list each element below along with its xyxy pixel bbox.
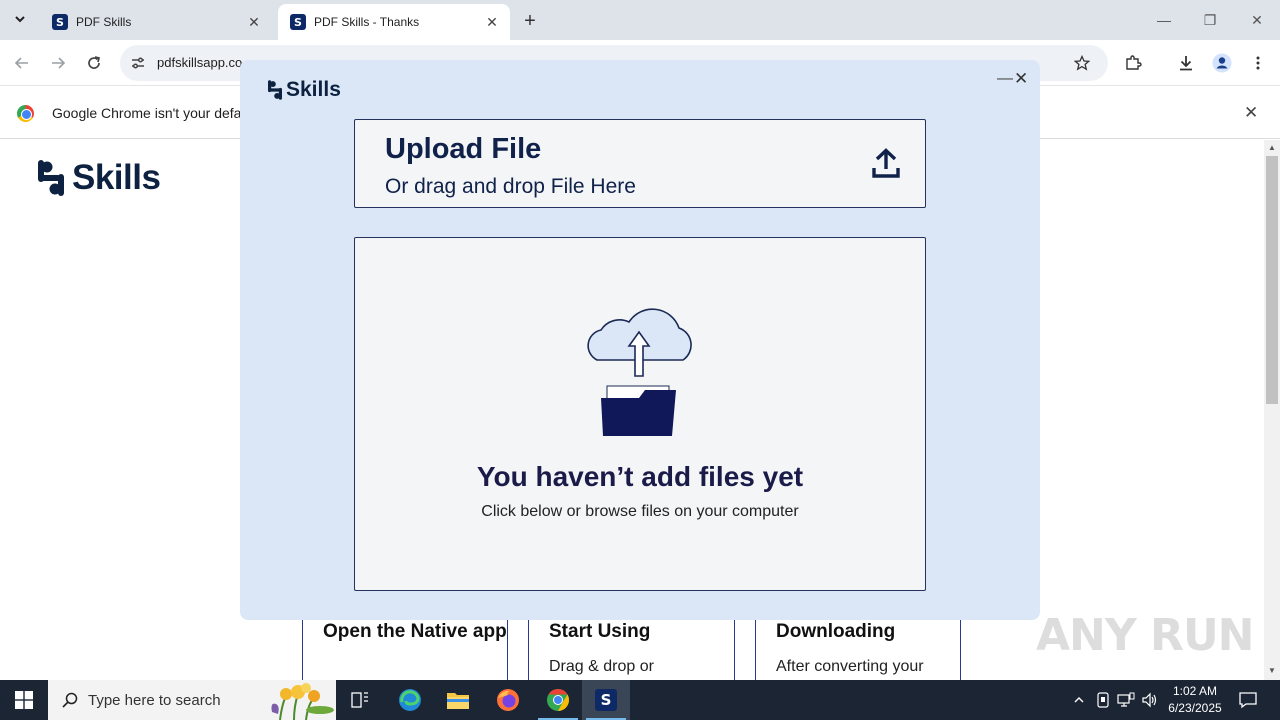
show-hidden-icons-button[interactable] bbox=[1070, 691, 1088, 709]
tray-device-icon[interactable] bbox=[1094, 691, 1112, 709]
clock-time: 1:02 AM bbox=[1172, 684, 1218, 698]
clock-date: 6/23/2025 bbox=[1168, 701, 1222, 715]
brand-name: Skills bbox=[72, 158, 161, 197]
scroll-thumb[interactable] bbox=[1266, 156, 1278, 404]
taskbar-file-explorer-button[interactable] bbox=[434, 680, 482, 720]
back-button[interactable] bbox=[10, 51, 34, 75]
step-card-start-using: Start Using Drag & drop or bbox=[528, 620, 735, 680]
card-body: Drag & drop or bbox=[549, 658, 654, 675]
puzzle-icon bbox=[1126, 55, 1142, 70]
infobar-message: Google Chrome isn't your default bbox=[52, 105, 257, 121]
skills-logo-icon bbox=[38, 160, 64, 196]
empty-state-title: You haven’t add files yet bbox=[476, 461, 804, 492]
card-body: After converting your bbox=[776, 658, 924, 675]
card-title: Open the Native app bbox=[323, 621, 507, 642]
taskbar-pdf-skills-button[interactable]: S bbox=[582, 680, 630, 720]
edge-icon bbox=[399, 689, 421, 711]
extensions-button[interactable] bbox=[1121, 51, 1145, 75]
url-text: pdfskillsapp.co bbox=[157, 55, 243, 70]
skills-favicon-icon: S bbox=[290, 14, 306, 30]
taskbar-clock[interactable]: 1:02 AM 6/23/2025 bbox=[1160, 683, 1230, 717]
bookmark-star-button[interactable] bbox=[1070, 51, 1094, 75]
tab-pdf-skills-thanks[interactable]: S PDF Skills - Thanks ✕ bbox=[278, 4, 510, 40]
profile-button[interactable] bbox=[1210, 51, 1234, 75]
empty-state-subtitle: Click below or browse files on your comp… bbox=[481, 503, 799, 520]
chrome-menu-button[interactable] bbox=[1246, 51, 1270, 75]
skills-logo-icon bbox=[268, 80, 282, 100]
search-placeholder: Type here to search bbox=[88, 692, 221, 709]
scroll-up-arrow-icon[interactable]: ▲ bbox=[1267, 143, 1277, 153]
avatar-icon bbox=[1212, 53, 1232, 73]
arrow-right-icon bbox=[52, 57, 66, 69]
tab-strip: S PDF Skills ✕ S PDF Skills - Thanks ✕ +… bbox=[0, 0, 1280, 40]
forward-button[interactable] bbox=[46, 51, 70, 75]
upload-subtitle: Or drag and drop File Here bbox=[385, 175, 636, 198]
chrome-logo-icon bbox=[17, 105, 34, 122]
modal-brand-name: Skills bbox=[286, 78, 341, 101]
windows-taskbar: Type here to search S 1:02 AM 6/23/2025 bbox=[0, 680, 1280, 720]
chevron-down-icon bbox=[15, 16, 25, 23]
site-info-icon[interactable] bbox=[128, 53, 148, 73]
firefox-icon bbox=[497, 689, 519, 711]
close-icon[interactable]: ✕ bbox=[484, 14, 500, 30]
search-icon bbox=[62, 692, 78, 708]
infobar-close-button[interactable]: ✕ bbox=[1244, 103, 1258, 123]
more-vertical-icon bbox=[1256, 56, 1260, 70]
download-icon bbox=[1180, 56, 1192, 71]
upload-title: Upload File bbox=[385, 133, 542, 165]
upload-file-button[interactable]: Upload File Or drag and drop File Here bbox=[354, 119, 926, 208]
modal-close-button[interactable]: ✕ bbox=[1014, 69, 1028, 89]
modal-logo: Skills bbox=[268, 78, 341, 102]
windows-logo-icon bbox=[15, 691, 33, 709]
task-view-button[interactable] bbox=[336, 680, 384, 720]
start-button[interactable] bbox=[0, 680, 48, 720]
notification-icon bbox=[1239, 692, 1257, 709]
modal-minimize-button[interactable]: — bbox=[997, 70, 1013, 88]
file-drop-zone[interactable]: You haven’t add files yet Click below or… bbox=[354, 237, 926, 591]
tab-title: PDF Skills - Thanks bbox=[314, 15, 420, 29]
site-logo[interactable]: Skills bbox=[38, 158, 161, 198]
skills-favicon-icon: S bbox=[52, 14, 68, 30]
tab-search-button[interactable] bbox=[8, 7, 32, 31]
chrome-icon bbox=[547, 689, 569, 711]
tab-title: PDF Skills bbox=[76, 15, 132, 29]
close-icon[interactable]: ✕ bbox=[246, 14, 262, 30]
upload-modal: Skills — ✕ Upload File Or drag and drop … bbox=[240, 60, 1040, 620]
cloud-upload-folder-icon bbox=[587, 308, 692, 436]
volume-icon[interactable] bbox=[1141, 691, 1159, 709]
minimize-window-button[interactable]: — bbox=[1152, 8, 1176, 32]
taskbar-edge-button[interactable] bbox=[386, 680, 434, 720]
network-icon[interactable] bbox=[1117, 691, 1135, 709]
arrow-left-icon bbox=[14, 57, 28, 69]
tab-pdf-skills[interactable]: S PDF Skills ✕ bbox=[40, 4, 272, 40]
downloads-button[interactable] bbox=[1174, 51, 1198, 75]
reload-icon bbox=[88, 56, 101, 69]
step-card-open-app: Open the Native app bbox=[302, 620, 508, 680]
taskbar-firefox-button[interactable] bbox=[484, 680, 532, 720]
card-title: Downloading bbox=[776, 621, 896, 642]
notification-center-button[interactable] bbox=[1238, 690, 1258, 710]
card-title: Start Using bbox=[549, 621, 651, 642]
page-scrollbar[interactable]: ▲ ▼ bbox=[1264, 140, 1280, 680]
chevron-up-icon bbox=[1074, 697, 1084, 703]
close-window-button[interactable]: ✕ bbox=[1245, 8, 1269, 32]
reload-button[interactable] bbox=[82, 51, 106, 75]
step-card-downloading: Downloading After converting your bbox=[755, 620, 961, 680]
anyrun-watermark: ANY RUN bbox=[1036, 610, 1254, 661]
folder-icon bbox=[447, 693, 469, 709]
taskbar-chrome-button[interactable] bbox=[534, 680, 582, 720]
restore-window-button[interactable]: ❐ bbox=[1198, 8, 1222, 32]
new-tab-button[interactable]: + bbox=[518, 9, 542, 33]
task-view-icon bbox=[351, 692, 368, 708]
scroll-down-arrow-icon[interactable]: ▼ bbox=[1267, 666, 1277, 676]
taskbar-search-box[interactable]: Type here to search bbox=[48, 680, 336, 720]
skills-app-icon: S bbox=[595, 689, 617, 711]
star-icon bbox=[1074, 55, 1090, 71]
upload-icon bbox=[872, 148, 900, 178]
flowers-search-highlight-icon bbox=[271, 683, 334, 720]
